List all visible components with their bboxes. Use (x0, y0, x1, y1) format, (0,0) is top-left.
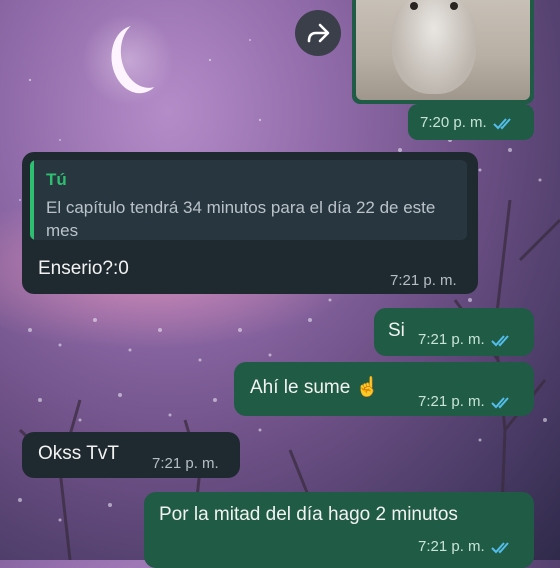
read-ticks-icon (490, 541, 509, 553)
outgoing-message[interactable]: Por la mitad del día hago 2 minutos 7:21… (144, 492, 534, 568)
message-time: 7:21 p. m. (418, 393, 485, 410)
message-text: Okss TvT (38, 443, 119, 464)
message-time: 7:21 p. m. (390, 272, 457, 289)
image-message-meta: 7:20 p. m. (408, 104, 534, 140)
quoted-text: El capítulo tendrá 34 minutos para el dí… (46, 198, 436, 240)
message-time: 7:21 p. m. (418, 538, 485, 555)
outgoing-message[interactable]: Si 7:21 p. m. (374, 308, 534, 356)
moon-glow (78, 10, 178, 110)
message-time: 7:20 p. m. (420, 114, 487, 131)
quoted-message[interactable]: Tú El capítulo tendrá 34 minutos para el… (30, 160, 467, 240)
message-time: 7:21 p. m. (418, 331, 485, 348)
forward-icon (307, 23, 330, 43)
read-ticks-icon (490, 334, 509, 346)
message-text: Enserio?:0 (38, 258, 129, 279)
message-text: Si (388, 320, 405, 341)
read-ticks-icon (492, 117, 511, 129)
moon-icon (117, 17, 178, 92)
message-text: Ahí le sume ☝️ (250, 377, 380, 398)
incoming-message[interactable]: Tú El capítulo tendrá 34 minutos para el… (22, 152, 478, 294)
hamster-figure (392, 0, 476, 94)
forward-button[interactable] (295, 10, 341, 56)
message-time: 7:21 p. m. (152, 455, 219, 472)
incoming-message[interactable]: Okss TvT 7:21 p. m. (22, 432, 240, 478)
message-text: Por la mitad del día hago 2 minutos (159, 504, 458, 525)
quoted-author: Tú (46, 170, 67, 189)
image-message[interactable] (352, 0, 534, 104)
hamster-photo[interactable] (356, 0, 530, 100)
outgoing-message[interactable]: Ahí le sume ☝️ 7:21 p. m. (234, 362, 534, 416)
read-ticks-icon (490, 396, 509, 408)
